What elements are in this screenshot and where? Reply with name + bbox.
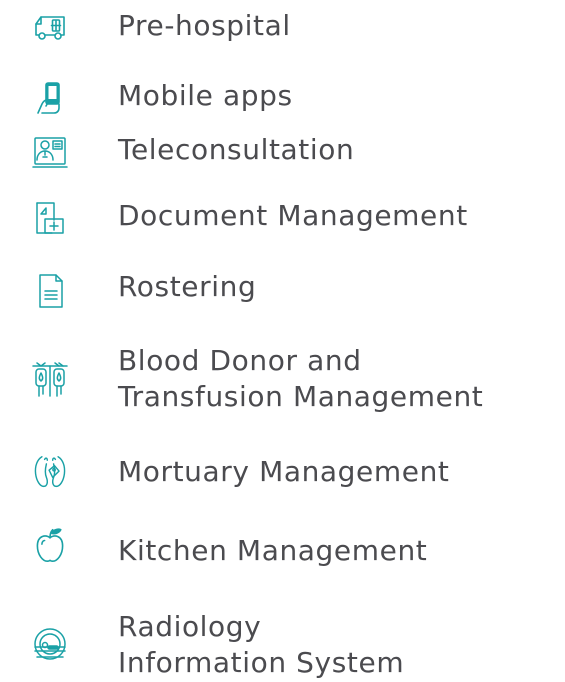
ambulance-icon	[32, 10, 68, 46]
item-label: Pre-hospital	[118, 9, 291, 42]
medical-document-icon	[32, 200, 68, 236]
item-label: Teleconsultation	[118, 133, 355, 166]
feet-tag-icon	[32, 454, 68, 490]
item-label: Rostering	[118, 270, 257, 303]
item-label: Radiology Information System	[118, 610, 405, 679]
item-label: Blood Donor and Transfusion Management	[118, 344, 484, 413]
mobile-phone-hand-icon	[32, 80, 68, 116]
apple-icon	[32, 527, 68, 563]
item-label: Document Management	[118, 199, 468, 232]
item-label: Mobile apps	[118, 79, 293, 112]
blood-bags-icon	[32, 362, 68, 398]
doctor-screen-icon	[32, 134, 68, 170]
item-label: Mortuary Management	[118, 455, 450, 488]
item-label: Kitchen Management	[118, 534, 428, 567]
mri-scanner-icon	[32, 627, 68, 663]
document-lines-icon	[32, 273, 68, 309]
